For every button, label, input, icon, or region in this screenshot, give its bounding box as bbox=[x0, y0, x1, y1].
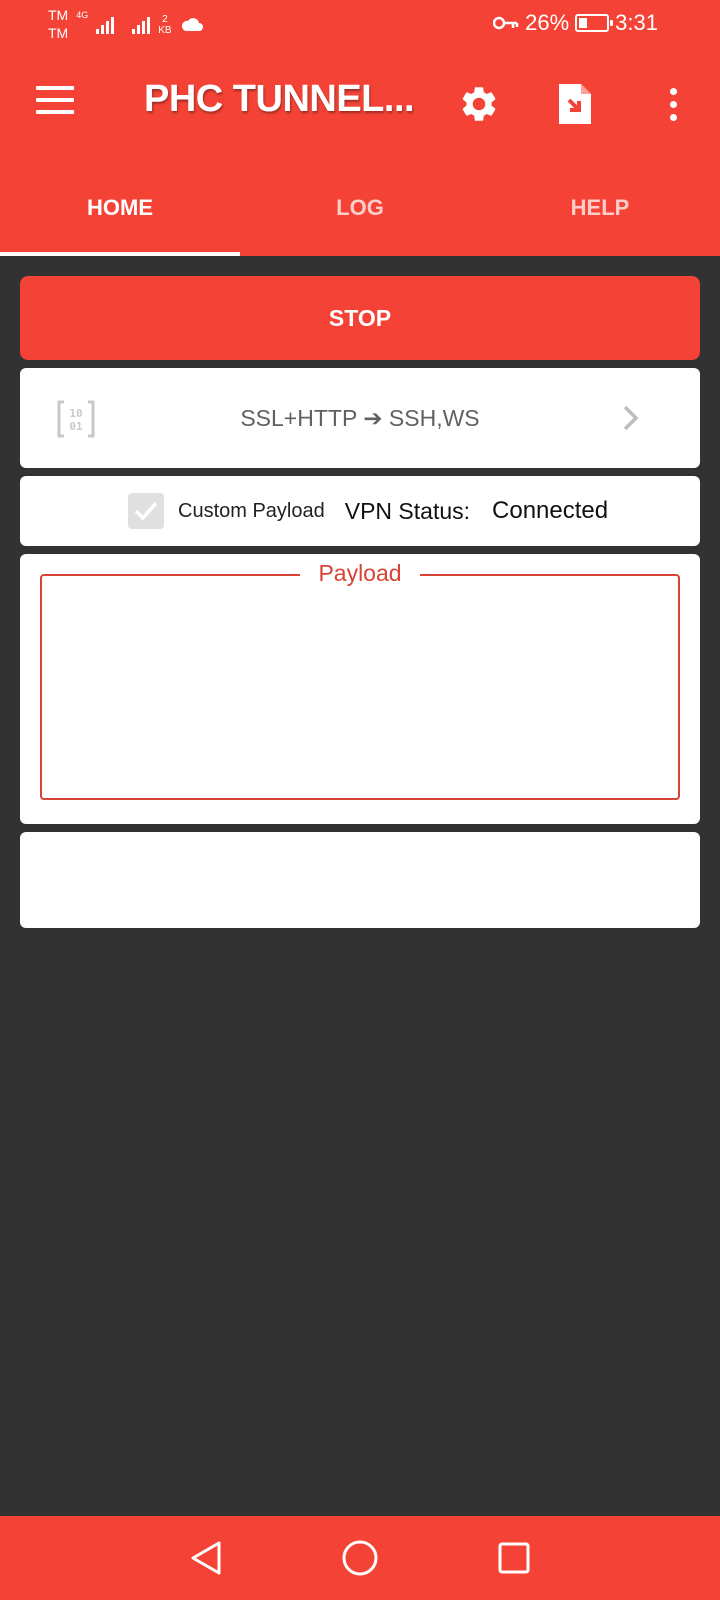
speed-value: 2 bbox=[162, 14, 168, 25]
home-icon[interactable] bbox=[340, 1538, 380, 1578]
status-right: 26% 3:31 bbox=[492, 10, 658, 36]
binary-icon: 10 01 bbox=[56, 400, 96, 443]
tunnel-mode-selector[interactable]: 10 01 SSL+HTTP ➔ SSH,WS bbox=[20, 368, 700, 468]
stop-button[interactable]: STOP bbox=[20, 276, 700, 360]
vpn-status-value: Connected bbox=[492, 497, 609, 524]
import-file-icon[interactable] bbox=[551, 80, 599, 128]
system-nav-bar bbox=[0, 1516, 720, 1600]
chevron-right-icon bbox=[622, 404, 640, 437]
payload-card: Payload bbox=[20, 554, 700, 824]
cloud-icon bbox=[180, 16, 204, 37]
overflow-icon[interactable] bbox=[649, 80, 697, 128]
network-type: 4G bbox=[76, 10, 89, 20]
tab-help[interactable]: HELP bbox=[480, 160, 720, 256]
app-bar: PHC TUNNEL... bbox=[0, 50, 720, 160]
svg-text:01: 01 bbox=[69, 420, 83, 433]
payload-input[interactable] bbox=[40, 574, 680, 800]
carrier-bottom: TM bbox=[48, 25, 69, 41]
signal-icon bbox=[132, 14, 151, 34]
status-row: Custom Payload VPN Status: Connected bbox=[20, 476, 700, 546]
battery-percent: 26% bbox=[525, 10, 570, 35]
vpn-key-icon bbox=[492, 10, 519, 36]
carrier-top: TM bbox=[48, 7, 69, 23]
vpn-status-label: VPN Status: bbox=[344, 497, 471, 524]
battery-icon bbox=[575, 14, 614, 32]
app-title: PHC TUNNEL... bbox=[144, 78, 415, 120]
tab-bar: HOME LOG HELP bbox=[0, 160, 720, 256]
carrier-labels: TM TM bbox=[48, 6, 68, 42]
info-card bbox=[20, 832, 700, 928]
tab-log[interactable]: LOG bbox=[240, 160, 480, 256]
status-bar: TM TM 4G 2 KB 26% 3:31 bbox=[0, 0, 720, 50]
payload-label-wrap: Payload bbox=[20, 560, 700, 587]
home-content: STOP 10 01 SSL+HTTP ➔ SSH,WS Custom Payl… bbox=[20, 256, 700, 928]
signal-icon bbox=[96, 14, 115, 34]
back-icon[interactable] bbox=[186, 1538, 226, 1578]
recents-icon[interactable] bbox=[494, 1538, 534, 1578]
status-left: TM TM 4G 2 KB bbox=[48, 6, 204, 42]
payload-label: Payload bbox=[300, 560, 420, 586]
svg-text:10: 10 bbox=[69, 407, 82, 420]
menu-icon[interactable] bbox=[36, 86, 76, 118]
custom-payload-label: Custom Payload bbox=[178, 499, 325, 522]
settings-icon[interactable] bbox=[455, 80, 503, 128]
tab-home[interactable]: HOME bbox=[0, 160, 240, 256]
network-speed: 2 KB bbox=[158, 14, 171, 36]
speed-unit: KB bbox=[158, 25, 172, 36]
clock: 3:31 bbox=[615, 10, 658, 35]
tunnel-mode-text: SSL+HTTP ➔ SSH,WS bbox=[240, 404, 480, 431]
custom-payload-checkbox[interactable] bbox=[128, 493, 164, 529]
